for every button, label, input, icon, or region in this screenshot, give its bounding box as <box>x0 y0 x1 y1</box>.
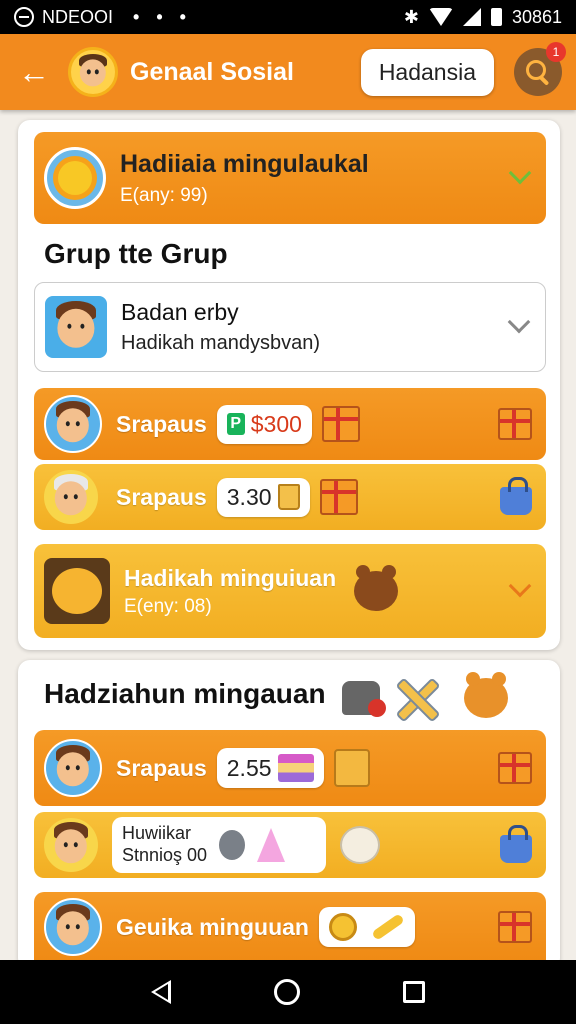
status-bar: NDEOOI • • • ✱ 30861 <box>0 0 576 34</box>
gift-icon <box>319 479 358 515</box>
value-amount: 3.30 <box>226 483 272 510</box>
gift-icon <box>321 406 360 442</box>
cake-icon <box>277 754 314 782</box>
sun-icon <box>44 147 106 209</box>
avatar[interactable] <box>68 47 118 97</box>
status-time: 30861 <box>511 6 562 27</box>
wifi-icon <box>428 8 453 26</box>
footer-subtitle: E(eny: 08) <box>124 595 212 617</box>
weekly-rewards-footer[interactable]: Hadikah minguiuan E(eny: 08) <box>34 544 546 638</box>
dropdown-title: Badan erby <box>121 299 239 325</box>
value-amount: 2.55 <box>226 754 272 781</box>
crossed-tools-icon <box>394 676 438 720</box>
status-dots: • • • <box>133 6 192 27</box>
app-bar: ← Genaal Sosial Hadansia 1 <box>0 34 576 110</box>
section-title: Grup tte Grup <box>44 238 228 269</box>
bear-icon <box>464 672 508 718</box>
nav-recents-icon[interactable] <box>402 981 425 1003</box>
checkmark-icon <box>508 161 532 185</box>
value-amount: $300 <box>250 410 302 437</box>
nav-back-icon[interactable] <box>151 980 172 1004</box>
list-item[interactable]: Huwiikar Stnnioş 00 <box>34 812 546 878</box>
bone-icon <box>371 913 405 941</box>
bag-icon[interactable] <box>500 825 532 863</box>
gift-icon[interactable] <box>498 911 532 943</box>
section-title: Hadziahun mingauan <box>44 678 326 709</box>
page-title: Genaal Sosial <box>130 57 294 86</box>
value-pill: 3.30 <box>216 477 310 517</box>
carrier-label: NDEOOI <box>42 6 114 27</box>
bear-icon <box>354 565 399 611</box>
weekly-rewards-header[interactable]: Hadiiaia mingulaukal E(any: 99) <box>34 132 546 224</box>
footer-title: Hadikah minguiuan <box>124 564 337 591</box>
avatar <box>44 739 102 797</box>
kettle-icon <box>342 681 386 717</box>
search-button[interactable]: 1 <box>514 42 566 96</box>
fox-avatar <box>44 558 110 624</box>
header-title: Hadiiaia mingulaukal <box>120 149 369 178</box>
back-arrow-icon[interactable]: ← <box>14 52 54 92</box>
ball-icon <box>340 826 380 864</box>
gift-card-line1: Huwiikar <box>122 823 192 844</box>
avatar <box>44 470 98 524</box>
chevron-down-icon[interactable] <box>507 310 531 334</box>
p-icon: P <box>226 413 245 435</box>
group-dropdown[interactable]: Badan erby Hadikah mandysbvan) <box>34 282 546 372</box>
nav-home-icon[interactable] <box>273 979 300 1005</box>
value-pill: 2.55 <box>216 748 324 788</box>
list-item-label: Geuika minguuan <box>116 913 309 940</box>
coin-icon <box>328 913 357 941</box>
list-item[interactable]: Srapaus 3.30 <box>34 464 546 530</box>
notification-badge: 1 <box>546 42 566 62</box>
chevron-down-icon[interactable] <box>508 574 532 598</box>
section-decorations <box>342 672 508 720</box>
bluetooth-icon: ✱ <box>403 6 419 27</box>
gift-icon[interactable] <box>498 752 532 784</box>
value-pill: P $300 <box>216 404 312 444</box>
avatar <box>44 818 98 872</box>
signal-icon <box>462 8 481 26</box>
bag-icon[interactable] <box>500 477 532 515</box>
list-item-label: Srapaus <box>116 410 207 437</box>
avatar <box>44 395 102 453</box>
list-item[interactable]: Geuika minguuan <box>34 892 546 962</box>
gift-card-line2: Stnnioş 00 <box>122 845 208 865</box>
header-subtitle: E(any: 99) <box>120 184 208 206</box>
gift-card-pill: Huwiikar Stnnioş 00 <box>112 817 326 873</box>
mouse-icon <box>219 830 246 860</box>
party-hat-icon <box>257 828 286 862</box>
value-pill <box>318 907 415 947</box>
gift-icon[interactable] <box>498 408 532 440</box>
header-pill-button[interactable]: Hadansia <box>360 48 494 96</box>
calculator-icon <box>333 749 370 787</box>
system-nav-bar <box>0 960 576 1024</box>
list-item[interactable]: Srapaus 2.55 <box>34 730 546 806</box>
avatar <box>44 898 102 956</box>
dropdown-subtitle: Hadikah mandysbvan) <box>121 332 320 354</box>
status-circle-icon <box>14 7 34 27</box>
mug-icon <box>277 484 300 510</box>
rewards-card: Hadiiaia mingulaukal E(any: 99) Grup tte… <box>18 120 560 650</box>
list-item-label: Srapaus <box>116 754 207 781</box>
avatar <box>45 296 107 358</box>
list-item[interactable]: Srapaus P $300 <box>34 388 546 460</box>
battery-icon <box>490 8 502 26</box>
list-item-label: Srapaus <box>116 483 207 510</box>
